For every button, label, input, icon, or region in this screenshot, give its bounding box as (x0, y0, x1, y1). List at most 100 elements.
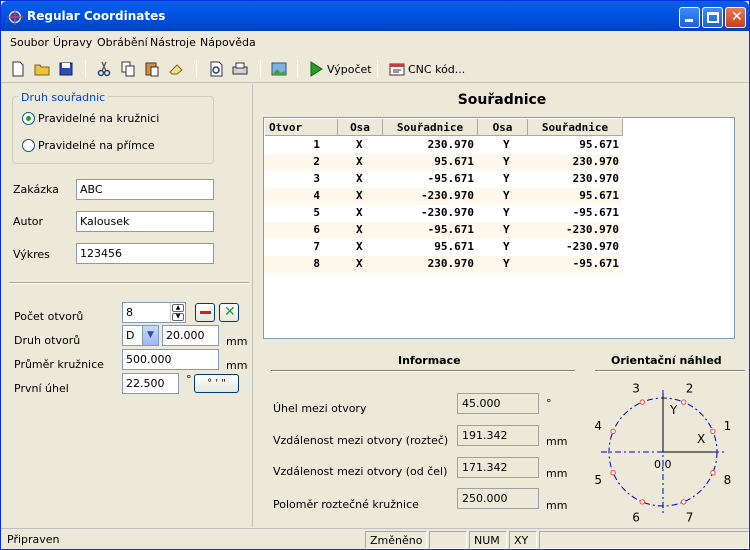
hole-number: 4 (594, 419, 602, 433)
radio-on-circle[interactable] (22, 112, 35, 125)
dist-face-unit: mm (546, 467, 568, 480)
axis-y-label: Y (669, 403, 678, 417)
hole-marker (680, 399, 687, 405)
remove-button[interactable] (195, 303, 215, 322)
hole-marker (639, 399, 646, 405)
table-cell: X (356, 189, 363, 202)
play-icon[interactable] (306, 59, 326, 79)
table-row[interactable]: 5 X -230.970 Y -95.671 (264, 205, 734, 222)
radio-on-line-label[interactable]: Pravidelné na přímce (38, 139, 155, 152)
save-icon[interactable] (56, 59, 76, 79)
table-cell: X (356, 138, 363, 151)
table-cell: 95.671 (434, 155, 474, 168)
table-cell: Y (503, 240, 510, 253)
dms-button[interactable]: ° ' " (194, 374, 239, 393)
table-cell: Y (503, 257, 510, 270)
status-ready: Připraven (7, 533, 60, 546)
hole-size-input[interactable]: 20.000 (162, 325, 219, 346)
title-bar[interactable]: Regular Coordinates ✕ (1, 1, 749, 31)
count-spinner[interactable]: ▲ ▼ (170, 303, 185, 322)
first-angle-input[interactable]: 22.500 (122, 373, 179, 394)
hole-marker (680, 499, 687, 505)
copy-icon[interactable] (118, 59, 138, 79)
col-header-hole[interactable]: Otvor (265, 119, 338, 136)
table-cell: 95.671 (579, 138, 619, 151)
hole-marker (710, 469, 716, 476)
menu-napoveda[interactable]: Nápověda (200, 36, 256, 49)
table-row[interactable]: 7 X 95.671 Y -230.970 (264, 239, 734, 256)
cnc-code-button[interactable]: CNC kód... (408, 63, 465, 76)
preview-title: Orientační náhled (611, 354, 722, 367)
print-icon[interactable] (230, 59, 250, 79)
image-icon[interactable] (269, 59, 289, 79)
order-input[interactable]: ABC (76, 179, 214, 200)
hole-number: 8 (724, 473, 732, 487)
eraser-icon[interactable] (166, 59, 186, 79)
table-row[interactable]: 2 X 95.671 Y 230.970 (264, 154, 734, 171)
open-folder-icon[interactable] (32, 59, 52, 79)
menu-obrabeni[interactable]: Obrábění (97, 36, 148, 49)
chevron-down-icon[interactable]: ▼ (142, 326, 158, 345)
author-input[interactable]: Kalousek (76, 211, 214, 232)
table-cell: 8 (313, 257, 320, 270)
cut-icon[interactable] (94, 59, 114, 79)
menu-soubor[interactable]: Soubor (10, 36, 49, 49)
radio-on-line[interactable] (22, 139, 35, 152)
dist-face-label: Vzdálenost mezi otvory (od čel) (273, 465, 448, 478)
hole-type-select[interactable]: D ▼ (122, 325, 159, 346)
hole-type-value: D (126, 329, 135, 342)
status-mode: XY (509, 531, 537, 549)
author-label: Autor (13, 215, 44, 228)
hole-number: 3 (632, 381, 640, 395)
window-title: Regular Coordinates (27, 9, 166, 23)
col-header-coord-1[interactable]: Souřadnice (383, 119, 478, 136)
print-preview-icon[interactable] (206, 59, 226, 79)
coordinate-type-label: Druh souřadnic (18, 91, 109, 104)
dist-pitch-label: Vzdálenost mezi otvory (rozteč) (273, 434, 449, 447)
count-label: Počet otvorů (14, 310, 84, 323)
status-changed: Změněno (365, 531, 427, 549)
table-row[interactable]: 8 X 230.970 Y -95.671 (264, 256, 734, 273)
diameter-input[interactable]: 500.000 (122, 349, 219, 370)
application-window: Regular Coordinates ✕ Soubor Úpravy Obrá… (0, 0, 750, 550)
table-row[interactable]: 6 X -95.671 Y -230.970 (264, 222, 734, 239)
angle-between-label: Úhel mezi otvory (273, 402, 367, 415)
hole-type-label: Druh otvorů (14, 334, 81, 347)
table-cell: Y (503, 138, 510, 151)
minimize-button[interactable] (679, 7, 700, 28)
table-row[interactable]: 1 X 230.970 Y 95.671 (264, 137, 734, 154)
calculate-button[interactable]: Výpočet (327, 63, 372, 76)
drawing-input[interactable]: 123456 (76, 243, 214, 264)
paste-icon[interactable] (142, 59, 162, 79)
first-angle-label: První úhel (14, 382, 69, 395)
table-cell: -230.970 (566, 240, 619, 253)
table-row[interactable]: 3 X -95.671 Y 230.970 (264, 171, 734, 188)
spin-up-icon[interactable]: ▲ (172, 304, 184, 312)
hole-number: 7 (686, 511, 694, 524)
hole-marker (610, 428, 616, 435)
cnc-icon[interactable] (387, 59, 407, 79)
maximize-button[interactable] (702, 7, 723, 28)
col-header-coord-2[interactable]: Souřadnice (528, 119, 623, 136)
table-cell: -230.970 (566, 223, 619, 236)
angle-between-unit: ° (546, 397, 552, 410)
minus-icon (200, 311, 211, 314)
radius-value: 250.000 (457, 488, 539, 509)
table-row[interactable]: 4 X -230.970 Y 95.671 (264, 188, 734, 205)
clear-button[interactable]: ✕ (219, 303, 239, 322)
spin-down-icon[interactable]: ▼ (172, 313, 184, 321)
coordinates-table[interactable]: Otvor Osa Souřadnice Osa Souřadnice 1 X 23… (263, 117, 735, 339)
count-value: 8 (126, 306, 133, 319)
menu-nastroje[interactable]: Nástroje (150, 36, 196, 49)
col-header-axis-1[interactable]: Osa (338, 119, 383, 136)
new-file-icon[interactable] (8, 59, 28, 79)
close-button[interactable]: ✕ (725, 7, 746, 28)
table-cell: 95.671 (579, 189, 619, 202)
col-header-axis-2[interactable]: Osa (478, 119, 528, 136)
hole-marker (710, 428, 716, 435)
radio-on-circle-label[interactable]: Pravidelné na kružnici (38, 112, 159, 125)
table-cell: 6 (313, 223, 320, 236)
menu-upravy[interactable]: Úpravy (53, 36, 92, 49)
table-cell: -95.671 (427, 223, 474, 236)
table-cell: 5 (313, 206, 320, 219)
